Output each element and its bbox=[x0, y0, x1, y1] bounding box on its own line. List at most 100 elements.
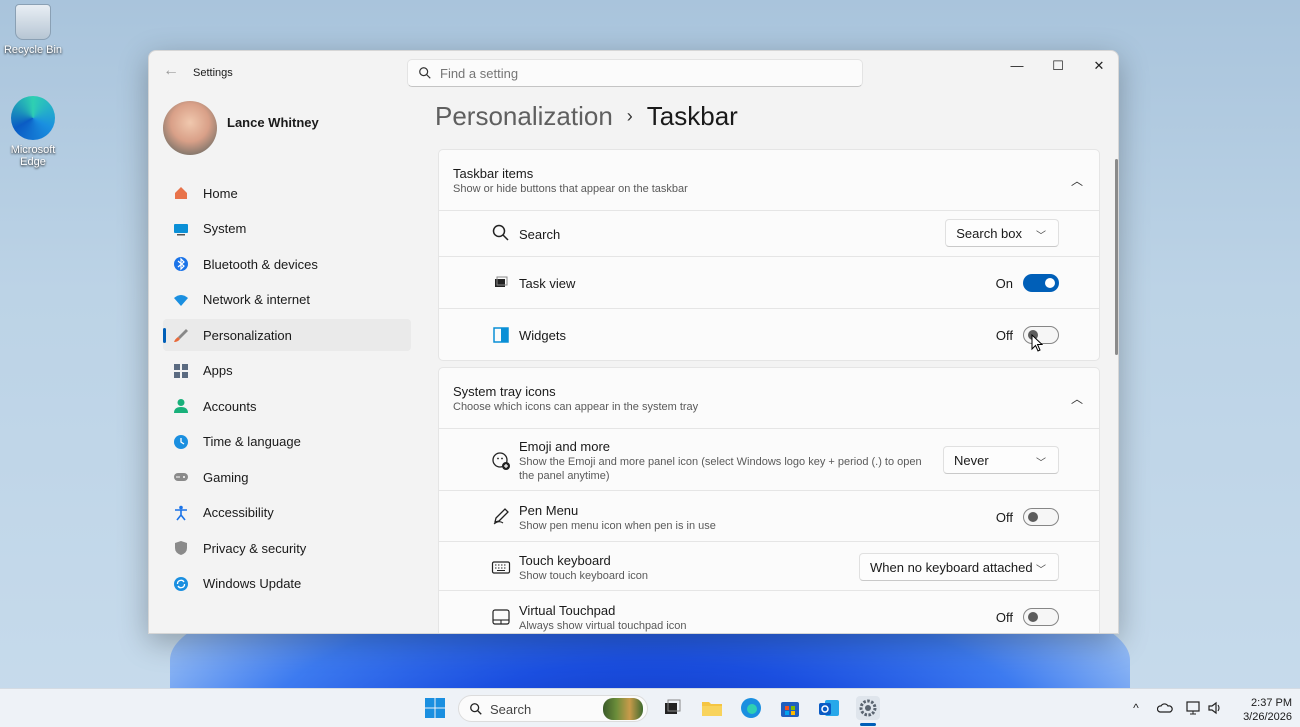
setting-label: Touch keyboard bbox=[519, 553, 611, 568]
setting-row-widgets: Widgets Off bbox=[438, 309, 1100, 361]
sidebar-item-label: Windows Update bbox=[203, 576, 302, 591]
search-mode-dropdown[interactable]: Search box ﹀ bbox=[945, 219, 1059, 247]
setting-label: Search bbox=[519, 227, 561, 242]
chevron-down-icon: ﹀ bbox=[1036, 231, 1046, 242]
breadcrumb: Personalization › Taskbar bbox=[435, 101, 738, 132]
user-name: Lance Whitney bbox=[227, 115, 319, 130]
edge-button[interactable] bbox=[739, 696, 763, 720]
maximize-button[interactable]: ☐ bbox=[1038, 55, 1078, 77]
taskbar-search-label: Search bbox=[490, 702, 532, 717]
toggle-state-label: Off bbox=[995, 510, 1013, 525]
sidebar-item-network-internet[interactable]: Network & internet bbox=[163, 284, 411, 316]
back-arrow-icon[interactable]: ← bbox=[163, 63, 179, 79]
sidebar-item-label: Network & internet bbox=[203, 292, 310, 307]
wifi-icon bbox=[173, 292, 189, 308]
dropdown-value: When no keyboard attached bbox=[870, 560, 1033, 575]
sidebar-item-system[interactable]: System bbox=[163, 213, 411, 245]
setting-description: Always show virtual touchpad icon bbox=[519, 620, 687, 632]
chevron-up-icon[interactable]: ︿ bbox=[1071, 172, 1083, 189]
sidebar-item-label: Accessibility bbox=[203, 505, 274, 520]
section-subtitle: Choose which icons can appear in the sys… bbox=[453, 401, 699, 413]
search-icon bbox=[419, 67, 431, 79]
system-icon bbox=[173, 221, 189, 237]
home-icon bbox=[173, 185, 189, 201]
windows-taskbar: Search ^ 2:37 PM 3/26/2026 bbox=[0, 688, 1300, 727]
setting-label: Widgets bbox=[519, 328, 566, 343]
title-bar: ← Settings — ☐ ✕ bbox=[149, 51, 1118, 95]
start-button[interactable] bbox=[423, 696, 447, 720]
settings-taskbar-button[interactable] bbox=[856, 696, 880, 720]
sidebar-item-accounts[interactable]: Accounts bbox=[163, 390, 411, 422]
emoji-dropdown[interactable]: Never ﹀ bbox=[943, 446, 1059, 474]
system-tray-icons-header[interactable]: System tray icons Choose which icons can… bbox=[438, 367, 1100, 429]
scrollbar-thumb[interactable] bbox=[1115, 159, 1118, 355]
desktop-icon-recycle-bin[interactable]: Recycle Bin bbox=[1, 4, 65, 56]
breadcrumb-parent[interactable]: Personalization bbox=[435, 101, 613, 132]
close-button[interactable]: ✕ bbox=[1079, 55, 1118, 77]
find-setting-search[interactable] bbox=[407, 59, 863, 87]
setting-label: Virtual Touchpad bbox=[519, 603, 616, 618]
gamepad-icon bbox=[173, 469, 189, 485]
task-view-toggle[interactable] bbox=[1023, 274, 1059, 292]
sidebar-item-label: System bbox=[203, 221, 247, 236]
avatar[interactable] bbox=[163, 101, 217, 155]
search-highlight-image bbox=[603, 698, 643, 720]
minimize-button[interactable]: — bbox=[997, 55, 1037, 77]
taskbar-clock[interactable]: 2:37 PM 3/26/2026 bbox=[1230, 696, 1292, 724]
touchpad-icon bbox=[492, 609, 510, 625]
section-title: System tray icons bbox=[453, 384, 556, 399]
toggle-knob bbox=[1028, 612, 1038, 622]
desktop-icon-label: Recycle Bin bbox=[3, 44, 63, 56]
onedrive-icon[interactable] bbox=[1157, 700, 1173, 716]
edge-icon bbox=[11, 96, 55, 140]
sidebar-item-windows-update[interactable]: Windows Update bbox=[163, 568, 411, 600]
sidebar-item-label: Apps bbox=[203, 363, 233, 378]
sidebar-item-personalization[interactable]: Personalization bbox=[163, 319, 411, 351]
sidebar-nav: Home System Bluetooth & devices Network & i… bbox=[163, 177, 411, 603]
tray-overflow-chevron-icon[interactable]: ^ bbox=[1128, 700, 1144, 716]
section-title: Taskbar items bbox=[453, 166, 534, 181]
toggle-state-label: Off bbox=[995, 610, 1013, 625]
virtual-touchpad-toggle[interactable] bbox=[1023, 608, 1059, 626]
sidebar-item-time-language[interactable]: Time & language bbox=[163, 426, 411, 458]
sidebar-item-label: Bluetooth & devices bbox=[203, 256, 318, 272]
dropdown-value: Search box bbox=[956, 226, 1022, 241]
desktop-icon-edge[interactable]: Microsoft Edge bbox=[1, 96, 65, 168]
chevron-up-icon[interactable]: ︿ bbox=[1071, 390, 1083, 407]
toggle-knob bbox=[1045, 278, 1055, 288]
toggle-state-label: On bbox=[995, 276, 1013, 291]
update-icon bbox=[173, 576, 189, 592]
settings-window: ← Settings — ☐ ✕ Lance Whitney Home Syste… bbox=[148, 50, 1119, 634]
task-view-button[interactable] bbox=[660, 696, 684, 720]
sidebar-item-label: Gaming bbox=[203, 469, 249, 485]
sidebar-item-home[interactable]: Home bbox=[163, 177, 411, 209]
network-icon[interactable] bbox=[1185, 700, 1201, 716]
setting-row-task-view: Task view On bbox=[438, 257, 1100, 309]
sidebar-item-apps[interactable]: Apps bbox=[163, 355, 411, 387]
sidebar-item-privacy-security[interactable]: Privacy & security bbox=[163, 532, 411, 564]
keyboard-icon bbox=[491, 561, 511, 574]
setting-row-emoji: Emoji and more Show the Emoji and more p… bbox=[438, 429, 1100, 491]
search-input[interactable] bbox=[440, 64, 840, 82]
taskbar-items-header[interactable]: Taskbar items Show or hide buttons that … bbox=[438, 149, 1100, 211]
store-button[interactable] bbox=[778, 696, 802, 720]
sidebar-item-gaming[interactable]: Gaming bbox=[163, 461, 411, 493]
touch-keyboard-dropdown[interactable]: When no keyboard attached ﹀ bbox=[859, 553, 1059, 581]
pen-menu-toggle[interactable] bbox=[1023, 508, 1059, 526]
outlook-button[interactable] bbox=[817, 696, 841, 720]
setting-label: Emoji and more bbox=[519, 439, 611, 454]
emoji-icon bbox=[492, 452, 510, 470]
sidebar-item-label: Personalization bbox=[203, 327, 292, 343]
chevron-down-icon: ﹀ bbox=[1036, 565, 1046, 576]
accounts-icon bbox=[173, 398, 189, 414]
edge-icon bbox=[741, 698, 761, 718]
outlook-icon bbox=[819, 700, 839, 716]
volume-icon[interactable] bbox=[1207, 700, 1223, 716]
folder-icon bbox=[702, 702, 722, 716]
sidebar-item-bluetooth-devices[interactable]: Bluetooth & devices bbox=[163, 248, 411, 280]
globe-clock-icon bbox=[173, 434, 189, 450]
dropdown-value: Never bbox=[954, 453, 989, 468]
sidebar-item-accessibility[interactable]: Accessibility bbox=[163, 497, 411, 529]
file-explorer-button[interactable] bbox=[700, 696, 724, 720]
taskbar-search[interactable]: Search bbox=[458, 695, 648, 722]
